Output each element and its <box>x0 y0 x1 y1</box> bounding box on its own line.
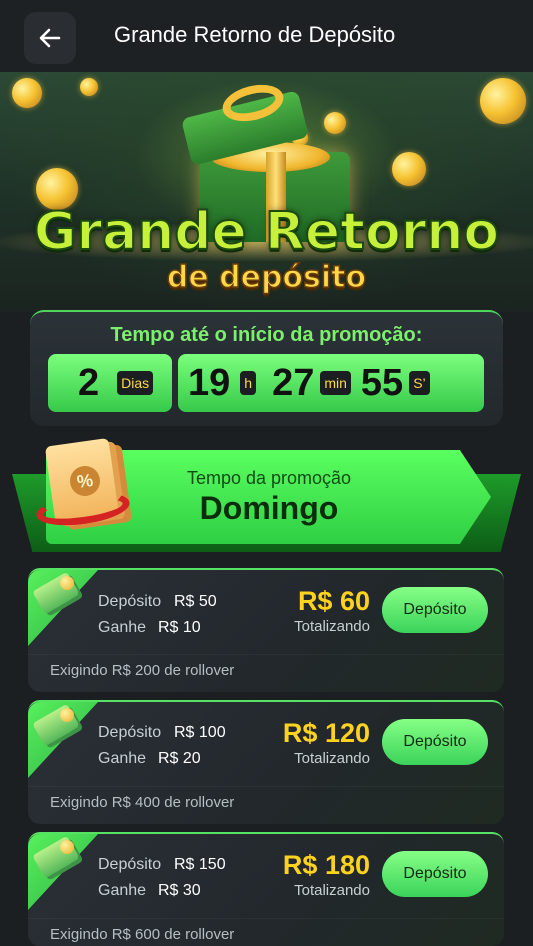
days-unit: Dias <box>117 371 154 395</box>
promo-time-label: Tempo da promoção <box>186 468 352 488</box>
rollover-text: Exigindo R$ 400 de rollover <box>50 794 235 811</box>
card-divider <box>28 786 504 787</box>
countdown-time: 19 h 27 min 55 S’ <box>178 354 484 412</box>
minutes-value: 27 <box>272 361 315 404</box>
deposit-label: Depósito <box>98 724 162 741</box>
bonus-label: Ganhe <box>98 750 147 767</box>
arrow-left-icon <box>39 28 61 48</box>
offer-card: Depósito R$ 100 Ganhe R$ 20 R$ 120 Total… <box>28 700 504 824</box>
top-bar: Grande Retorno de Depósito <box>0 0 533 72</box>
offer-card: Depósito R$ 50 Ganhe R$ 10 R$ 60 Totaliz… <box>28 568 504 692</box>
total-amount: R$ 180 <box>282 850 370 880</box>
gold-coin-icon <box>80 78 98 96</box>
deposit-button[interactable]: Depósito <box>382 851 488 897</box>
bonus-value: R$ 10 <box>158 619 201 636</box>
seconds-unit: S’ <box>409 371 430 395</box>
bonus-value: R$ 30 <box>158 882 201 899</box>
bonus-label: Ganhe <box>98 882 147 899</box>
seconds-value: 55 <box>360 361 404 404</box>
promo-banner: Grande Retorno de depósito <box>0 72 533 312</box>
gold-coin-icon <box>12 78 42 108</box>
banner-title: Grande Retorno <box>33 201 500 263</box>
deposit-value: R$ 150 <box>174 856 226 873</box>
gold-coin-icon <box>392 152 426 186</box>
total-label: Totalizando <box>294 618 370 635</box>
bonus-label: Ganhe <box>98 619 147 636</box>
back-button[interactable] <box>24 12 76 64</box>
deposit-label: Depósito <box>98 856 162 873</box>
countdown-panel: Tempo até o início da promoção: 2 Dias 1… <box>30 310 503 426</box>
rollover-text: Exigindo R$ 600 de rollover <box>50 926 235 943</box>
offer-card: Depósito R$ 150 Ganhe R$ 30 R$ 180 Total… <box>28 832 504 946</box>
hours-value: 19 <box>188 361 231 404</box>
gold-coin-icon <box>324 112 346 134</box>
countdown-label: Tempo até o início da promoção: <box>110 324 423 346</box>
countdown-days: 2 Dias <box>48 354 172 412</box>
page-title: Grande Retorno de Depósito <box>114 22 396 47</box>
total-label: Totalizando <box>294 882 370 899</box>
deposit-value: R$ 50 <box>174 593 217 610</box>
total-amount: R$ 60 <box>297 586 370 616</box>
deposit-label: Depósito <box>98 593 162 610</box>
promo-day: Domingo <box>199 490 339 526</box>
gold-coin-icon <box>60 708 74 722</box>
hours-unit: h <box>240 371 257 395</box>
rollover-text: Exigindo R$ 200 de rollover <box>50 662 235 679</box>
card-divider <box>28 918 504 919</box>
deposit-button[interactable]: Depósito <box>382 587 488 633</box>
bonus-value: R$ 20 <box>158 750 201 767</box>
deposit-button[interactable]: Depósito <box>382 719 488 765</box>
banner-subtitle: de depósito <box>166 259 367 296</box>
promo-time-banner: % Tempo da promoção Domingo <box>12 436 521 560</box>
gold-coin-icon <box>480 78 526 124</box>
total-label: Totalizando <box>294 750 370 767</box>
gold-coin-icon <box>60 576 74 590</box>
days-value: 2 <box>78 361 100 404</box>
deposit-value: R$ 100 <box>174 724 226 741</box>
gold-coin-icon <box>60 840 74 854</box>
total-amount: R$ 120 <box>282 718 370 748</box>
minutes-unit: min <box>320 371 351 395</box>
card-divider <box>28 654 504 655</box>
